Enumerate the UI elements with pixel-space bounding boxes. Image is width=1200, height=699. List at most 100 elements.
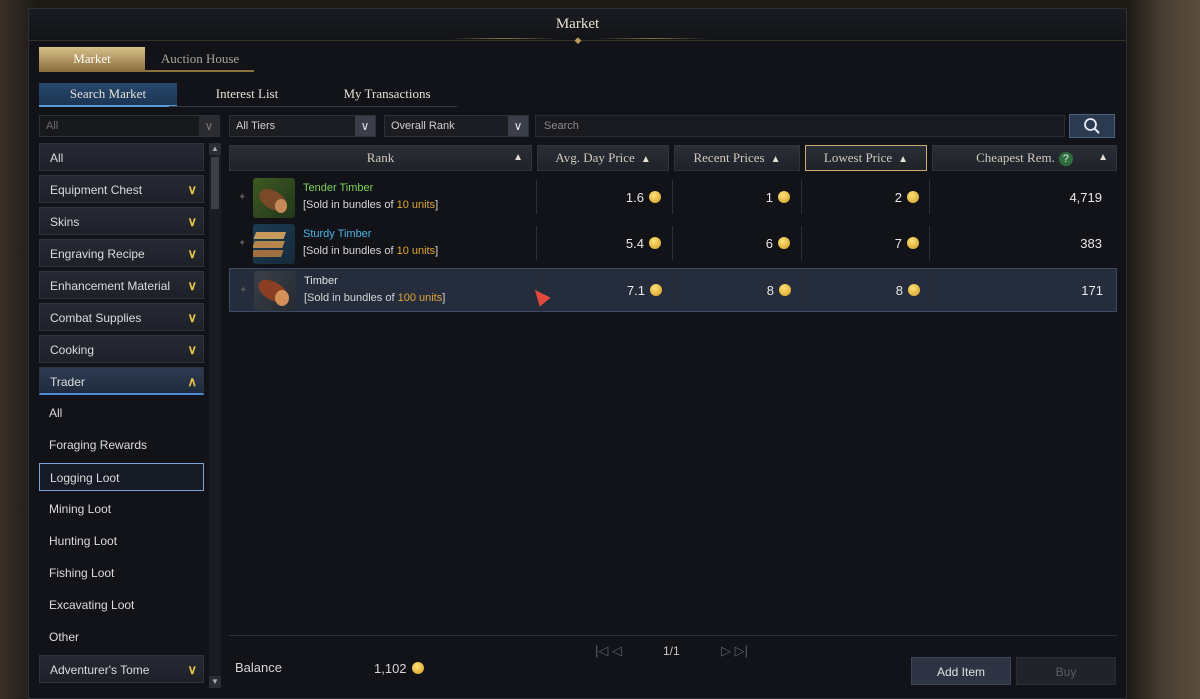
title-ornament-left xyxy=(449,38,559,39)
sidebar-item-label: Hunting Loot xyxy=(49,534,118,548)
category-dropdown[interactable]: All ∨ xyxy=(39,115,220,137)
sidebar-subitem-other[interactable]: Other xyxy=(39,623,204,651)
bundle-suffix: ] xyxy=(442,292,446,304)
gold-coin-icon xyxy=(907,191,919,203)
sidebar-subitem-mining-loot[interactable]: Mining Loot xyxy=(39,495,204,523)
sidebar-item-combat-supplies[interactable]: Combat Supplies ∨ xyxy=(39,303,204,331)
gold-coin-icon xyxy=(778,191,790,203)
bundle-prefix: [Sold in bundles of xyxy=(303,199,397,211)
lowest-price-value: 7 xyxy=(894,236,902,251)
column-header-lowest-price[interactable]: Lowest Price ▲ xyxy=(805,145,927,171)
pin-icon[interactable]: ✦ xyxy=(239,285,247,296)
tab-auction-house[interactable]: Auction House xyxy=(145,47,255,71)
column-divider xyxy=(930,273,931,307)
column-header-cheapest-rem[interactable]: Cheapest Rem.? ▲ xyxy=(932,145,1117,171)
tab-interest-list[interactable]: Interest List xyxy=(177,83,317,107)
sidebar-subitem-excavating-loot[interactable]: Excavating Loot xyxy=(39,591,204,619)
item-name: Tender Timber xyxy=(303,182,374,194)
chevron-down-icon: ∨ xyxy=(355,116,375,136)
add-item-button[interactable]: Add Item xyxy=(911,657,1011,685)
balance-label: Balance xyxy=(235,660,282,675)
page-indicator: 1/1 xyxy=(663,644,680,658)
title-ornament-icon: ◆ xyxy=(574,35,582,45)
scrollbar-thumb[interactable] xyxy=(211,157,219,209)
buy-button[interactable]: Buy xyxy=(1016,657,1116,685)
column-label: Rank xyxy=(366,150,395,165)
sidebar-item-label: Excavating Loot xyxy=(49,598,135,612)
column-divider xyxy=(536,180,537,214)
avg-day-price: 7.1 xyxy=(550,283,662,298)
gold-coin-icon xyxy=(649,191,661,203)
sidebar-item-cooking[interactable]: Cooking ∨ xyxy=(39,335,204,363)
column-header-rank[interactable]: Rank ▲ xyxy=(229,145,532,171)
sidebar-scrollbar[interactable]: ▲ ▼ xyxy=(209,143,221,688)
recent-price-value: 8 xyxy=(766,283,774,298)
sidebar-item-label: Fishing Loot xyxy=(49,566,115,580)
last-page-icon[interactable]: ▷ ▷| xyxy=(721,643,748,659)
sort-asc-icon: ▲ xyxy=(898,154,909,165)
chevron-down-icon: ∨ xyxy=(187,278,197,293)
cheapest-rem: 383 xyxy=(1080,236,1102,251)
sidebar-item-equipment-chest[interactable]: Equipment Chest ∨ xyxy=(39,175,204,203)
sidebar-item-enhancement-material[interactable]: Enhancement Material ∨ xyxy=(39,271,204,299)
lowest-price: 2 xyxy=(814,190,919,205)
sidebar-subitem-all[interactable]: All xyxy=(39,399,204,427)
lowest-price: 7 xyxy=(814,236,919,251)
table-row[interactable]: ✦ Timber [Sold in bundles of 100 units] … xyxy=(229,268,1117,312)
gold-coin-icon xyxy=(908,284,920,296)
market-window: Market ◆ Market Auction House Search Mar… xyxy=(28,8,1127,699)
bundle-prefix: [Sold in bundles of xyxy=(304,292,398,304)
sidebar-item-label: Mining Loot xyxy=(49,502,112,516)
item-icon-timber xyxy=(254,271,296,311)
table-row[interactable]: ✦ Sturdy Timber [Sold in bundles of 10 u… xyxy=(229,222,1117,266)
chevron-down-icon: ∨ xyxy=(508,116,528,136)
pin-icon[interactable]: ✦ xyxy=(238,238,246,249)
lowest-price-value: 8 xyxy=(895,283,903,298)
item-icon-sturdy-timber xyxy=(250,224,295,264)
scroll-down-icon[interactable]: ▼ xyxy=(209,676,221,688)
rank-dropdown-value: Overall Rank xyxy=(391,120,455,132)
sidebar-item-all[interactable]: All xyxy=(39,143,204,171)
column-divider xyxy=(673,273,674,307)
scroll-up-icon[interactable]: ▲ xyxy=(209,143,221,155)
sidebar-item-trader[interactable]: Trader ∧ xyxy=(39,367,204,395)
chevron-down-icon: ∨ xyxy=(187,342,197,357)
sidebar-subitem-hunting-loot[interactable]: Hunting Loot xyxy=(39,527,204,555)
sidebar-item-skins[interactable]: Skins ∨ xyxy=(39,207,204,235)
pin-icon[interactable]: ✦ xyxy=(238,192,246,203)
search-placeholder: Search xyxy=(544,120,579,132)
sidebar-item-label: Equipment Chest xyxy=(50,183,143,197)
sidebar-item-label: Foraging Rewards xyxy=(49,438,148,452)
item-name: Sturdy Timber xyxy=(303,228,372,240)
tier-dropdown[interactable]: All Tiers ∨ xyxy=(229,115,376,137)
search-input[interactable]: Search xyxy=(535,115,1065,137)
column-divider xyxy=(672,226,673,260)
sidebar-item-label: All xyxy=(49,406,63,420)
lowest-price: 8 xyxy=(815,283,920,298)
search-button[interactable] xyxy=(1069,114,1115,138)
chevron-down-icon: ∨ xyxy=(187,182,197,197)
sidebar-subitem-logging-loot[interactable]: Logging Loot xyxy=(39,463,204,491)
tab-my-transactions[interactable]: My Transactions xyxy=(319,83,455,107)
first-page-icon[interactable]: |◁ ◁ xyxy=(595,643,622,659)
help-icon[interactable]: ? xyxy=(1058,152,1073,166)
rank-dropdown[interactable]: Overall Rank ∨ xyxy=(384,115,529,137)
sidebar-item-adventurers-tome[interactable]: Adventurer's Tome ∨ xyxy=(39,655,204,683)
column-label: Lowest Price xyxy=(823,150,893,165)
table-row[interactable]: ✦ Tender Timber [Sold in bundles of 10 u… xyxy=(229,176,1117,220)
sidebar-subitem-foraging-rewards[interactable]: Foraging Rewards xyxy=(39,431,204,459)
column-header-avg-day-price[interactable]: Avg. Day Price ▲ xyxy=(537,145,669,171)
sidebar-subitem-fishing-loot[interactable]: Fishing Loot xyxy=(39,559,204,587)
sidebar-item-engraving-recipe[interactable]: Engraving Recipe ∨ xyxy=(39,239,204,267)
avg-day-price-value: 1.6 xyxy=(625,190,644,205)
chevron-down-icon: ∨ xyxy=(199,116,219,136)
recent-price: 1 xyxy=(684,190,790,205)
sort-asc-icon: ▲ xyxy=(640,154,651,165)
column-header-recent-prices[interactable]: Recent Prices ▲ xyxy=(674,145,800,171)
item-bundle-desc: [Sold in bundles of 10 units] xyxy=(303,245,438,257)
item-name: Timber xyxy=(304,275,338,287)
tab-market[interactable]: Market xyxy=(39,47,145,71)
bundle-suffix: ] xyxy=(435,245,439,257)
tab-search-market[interactable]: Search Market xyxy=(39,83,177,107)
column-label: Cheapest Rem. xyxy=(976,150,1055,165)
